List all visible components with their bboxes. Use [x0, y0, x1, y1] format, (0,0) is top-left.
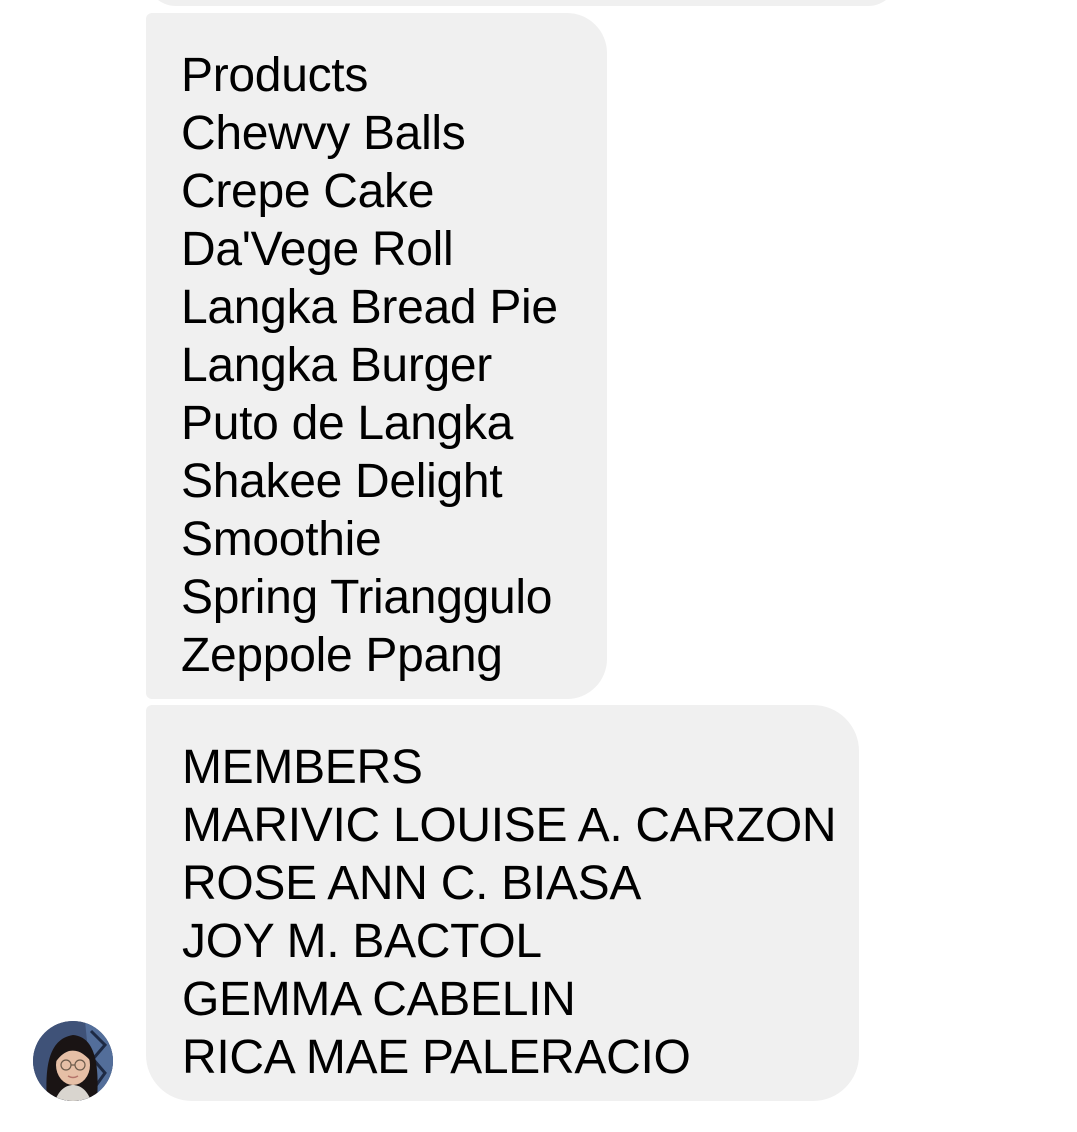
previous-message-bubble[interactable] [146, 0, 898, 6]
product-item: Crepe Cake [181, 165, 435, 218]
chat-thread: Products Chewvy Balls Crepe Cake Da'Vege… [0, 0, 1077, 1132]
product-item: Langka Bread Pie [181, 281, 558, 334]
product-item: Shakee Delight [181, 455, 503, 508]
member-item: ROSE ANN C. BIASA [182, 857, 642, 910]
product-item: Smoothie [181, 513, 382, 566]
products-message-bubble[interactable]: Products Chewvy Balls Crepe Cake Da'Vege… [146, 13, 607, 699]
product-item: Langka Burger [181, 339, 492, 392]
product-item: Spring Trianggulo [181, 571, 553, 624]
products-heading: Products [181, 49, 369, 102]
product-item: Da'Vege Roll [181, 223, 454, 276]
member-item: GEMMA CABELIN [182, 973, 576, 1026]
user-avatar-photo-icon [33, 1021, 113, 1101]
member-item: RICA MAE PALERACIO [182, 1031, 691, 1084]
members-message-bubble[interactable]: MEMBERS MARIVIC LOUISE A. CARZON ROSE AN… [146, 705, 859, 1101]
member-item: MARIVIC LOUISE A. CARZON [182, 799, 837, 852]
product-item: Zeppole Ppang [181, 629, 503, 682]
member-item: JOY M. BACTOL [182, 915, 542, 968]
product-item: Chewvy Balls [181, 107, 466, 160]
product-item: Puto de Langka [181, 397, 514, 450]
members-heading: MEMBERS [182, 741, 423, 794]
sender-avatar[interactable] [33, 1021, 113, 1101]
